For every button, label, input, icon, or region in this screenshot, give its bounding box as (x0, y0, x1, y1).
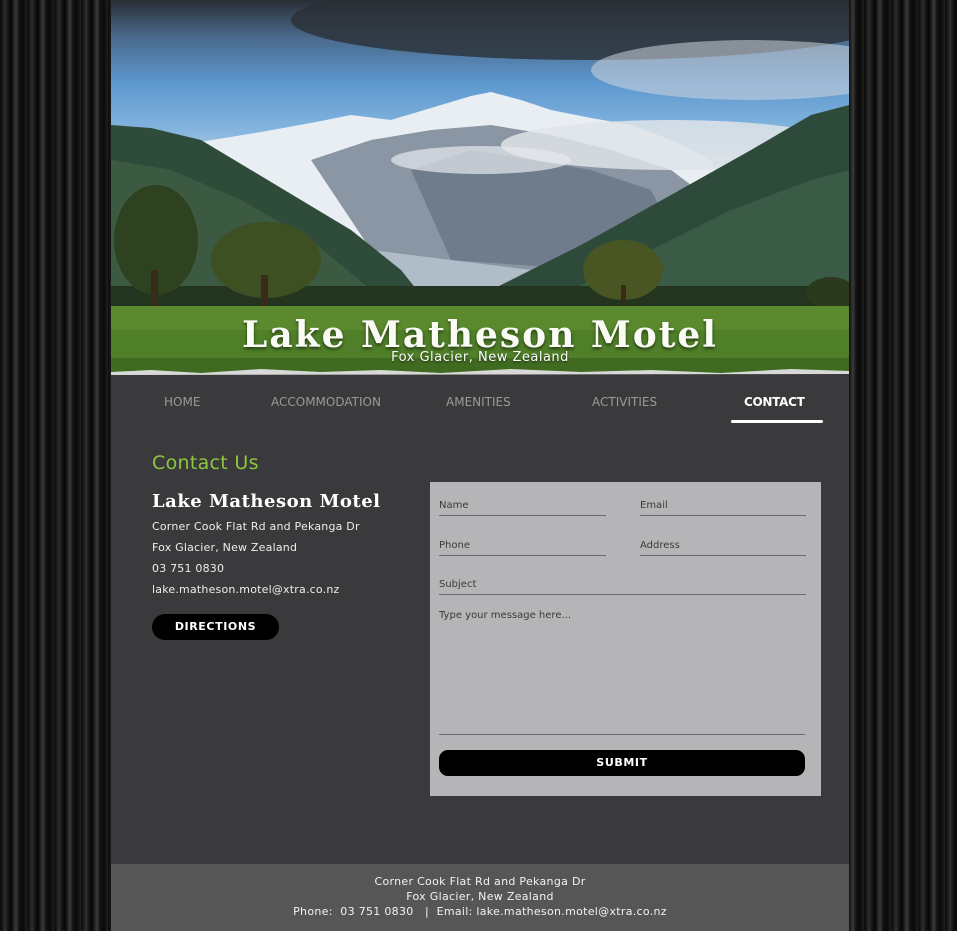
email-address[interactable]: lake.matheson.motel@xtra.co.nz (152, 583, 339, 596)
footer-address-line-1: Corner Cook Flat Rd and Pekanga Dr (374, 875, 586, 888)
address-line-2: Fox Glacier, New Zealand (152, 541, 298, 554)
header-banner: Lake Matheson Motel Fox Glacier, New Zea… (111, 0, 849, 378)
page-title: Contact Us (152, 452, 259, 474)
site-subtitle: Fox Glacier, New Zealand (391, 350, 569, 365)
nav-item-home[interactable]: HOME (164, 395, 200, 409)
submit-button[interactable]: SUBMIT (439, 750, 805, 776)
name-field[interactable] (439, 496, 606, 516)
directions-button[interactable]: DIRECTIONS (152, 614, 279, 640)
nav-item-amenities[interactable]: AMENITIES (446, 395, 511, 409)
footer-contact-line: Phone: 03 751 0830 | Email: lake.matheso… (293, 905, 667, 918)
nav-item-activities[interactable]: ACTIVITIES (592, 395, 657, 409)
business-name: Lake Matheson Motel (152, 491, 381, 512)
subject-field[interactable] (439, 575, 806, 595)
address-field[interactable] (640, 536, 806, 556)
address-line-1: Corner Cook Flat Rd and Pekanga Dr (152, 520, 360, 533)
footer-address-line-2: Fox Glacier, New Zealand (406, 890, 554, 903)
nav-item-accommodation[interactable]: ACCOMMODATION (271, 395, 381, 409)
message-field[interactable] (439, 608, 805, 735)
contact-form: SUBMIT (430, 482, 821, 796)
nav-item-contact[interactable]: CONTACT (744, 395, 805, 409)
page-container: Lake Matheson Motel Fox Glacier, New Zea… (111, 0, 849, 931)
phone-number: 03 751 0830 (152, 562, 225, 575)
footer: Corner Cook Flat Rd and Pekanga Dr Fox G… (111, 864, 849, 931)
main-nav: HOME ACCOMMODATION AMENITIES ACTIVITIES … (111, 378, 849, 428)
active-nav-indicator (731, 420, 823, 423)
phone-field[interactable] (439, 536, 606, 556)
email-field[interactable] (640, 496, 806, 516)
